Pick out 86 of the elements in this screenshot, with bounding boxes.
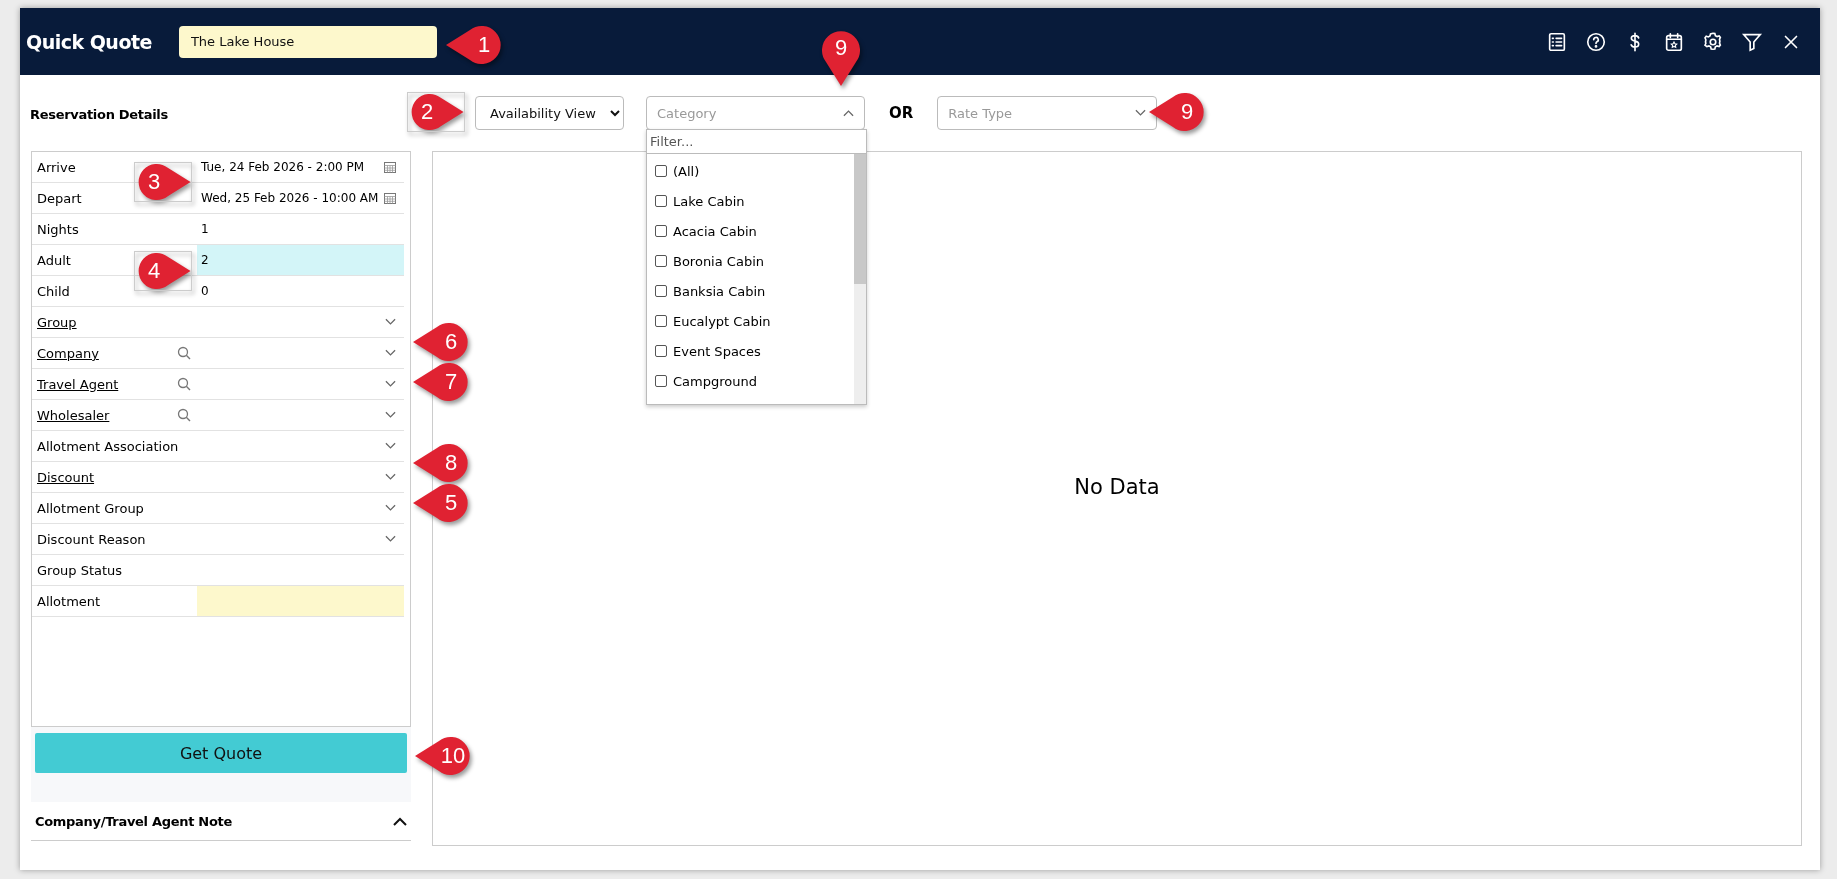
field-link[interactable]: Wholesaler xyxy=(32,407,197,423)
option-label: Banksia Cabin xyxy=(673,283,766,299)
checkbox[interactable] xyxy=(655,285,667,297)
field-label: Group Status xyxy=(36,562,124,578)
field-label: Allotment xyxy=(36,593,102,609)
caret-icon xyxy=(1135,109,1147,117)
category-option[interactable]: Acacia Cabin xyxy=(647,216,854,246)
option-label: Campground xyxy=(673,373,757,389)
checkbox[interactable] xyxy=(655,255,667,267)
section-title: Reservation Details xyxy=(30,106,168,122)
chevron-icon[interactable] xyxy=(393,816,407,826)
field-label: Allotment Association xyxy=(36,438,179,454)
category-option[interactable]: (All) xyxy=(647,156,854,186)
caret-icon xyxy=(385,442,396,450)
calendar-icon[interactable] xyxy=(384,161,396,173)
field-link[interactable]: Discount xyxy=(32,469,197,485)
checkbox[interactable] xyxy=(655,225,667,237)
callout-marker: 7 xyxy=(413,362,471,402)
field-link[interactable]: Company xyxy=(32,345,197,361)
category-option[interactable]: Banksia Cabin xyxy=(647,276,854,306)
field-label: Allotment Group xyxy=(36,500,144,516)
option-label: Event Spaces xyxy=(673,343,761,359)
field-label: Adult xyxy=(36,252,72,268)
field-label: Arrive xyxy=(36,159,77,175)
field-label: Discount Reason xyxy=(36,531,146,547)
field-label: Nights xyxy=(36,221,80,237)
callout-marker: 1 xyxy=(446,25,504,65)
field-label: Depart xyxy=(36,190,83,206)
callout-marker: 3 xyxy=(134,162,192,202)
or-label: OR xyxy=(889,104,914,122)
callout-marker: 5 xyxy=(413,483,471,523)
input-field[interactable] xyxy=(197,586,404,616)
caret-icon xyxy=(385,504,396,512)
checkbox[interactable] xyxy=(655,195,667,207)
field-link[interactable]: Travel Agent xyxy=(32,376,197,392)
option-label: Lake Cabin xyxy=(673,193,745,209)
option-label: Eucalypt Cabin xyxy=(673,313,771,329)
settings-icon[interactable] xyxy=(1702,30,1724,53)
view-select[interactable]: Availability View xyxy=(475,96,624,130)
search-icon[interactable] xyxy=(177,408,191,422)
get-quote-button[interactable]: Get Quote xyxy=(35,733,407,773)
calendar-icon[interactable] xyxy=(384,192,396,204)
callout-marker: 2 xyxy=(407,92,465,132)
caret-icon xyxy=(385,535,396,543)
caret-icon xyxy=(385,411,396,419)
callout-marker: 9 xyxy=(821,28,861,86)
category-option[interactable]: Lake Cabin xyxy=(647,186,854,216)
section-title: Company/Travel Agent Note xyxy=(35,813,232,829)
callout-marker: 6 xyxy=(413,322,471,362)
checkbox[interactable] xyxy=(655,315,667,327)
option-label: Boronia Cabin xyxy=(673,253,764,269)
date-field[interactable]: Tue, 24 Feb 2026 - 2:00 PM xyxy=(197,152,404,182)
window-title: Quick Quote xyxy=(26,30,152,53)
filter-field[interactable]: Filter... xyxy=(647,130,866,154)
checkbox[interactable] xyxy=(655,165,667,177)
callout-marker: 9 xyxy=(1149,92,1207,132)
field-label: Child xyxy=(36,283,71,299)
checkbox[interactable] xyxy=(655,375,667,387)
input-field[interactable]: 1 xyxy=(197,214,404,244)
date-field[interactable]: Wed, 25 Feb 2026 - 10:00 AM xyxy=(197,183,404,213)
option-label: Acacia Cabin xyxy=(673,223,757,239)
help-icon[interactable] xyxy=(1585,30,1607,53)
calendar-star-icon[interactable] xyxy=(1663,30,1685,53)
checklist-icon[interactable] xyxy=(1546,30,1568,53)
callout-marker: 4 xyxy=(134,251,192,291)
category-option[interactable]: Campground xyxy=(647,366,854,396)
option-label: (All) xyxy=(673,163,700,179)
category-option[interactable]: Event Spaces xyxy=(647,336,854,366)
caret-icon xyxy=(385,473,396,481)
category-option[interactable]: Eucalypt Cabin xyxy=(647,306,854,336)
caret-icon xyxy=(385,349,396,357)
field-link[interactable]: Group xyxy=(32,314,197,330)
caret-icon xyxy=(385,318,396,326)
scrollbar[interactable] xyxy=(854,154,866,404)
callout-marker: 8 xyxy=(413,443,471,483)
category-option[interactable]: Boronia Cabin xyxy=(647,246,854,276)
search-icon[interactable] xyxy=(177,346,191,360)
input-field[interactable]: 0 xyxy=(197,276,404,306)
checkbox[interactable] xyxy=(655,345,667,357)
property-name-field[interactable]: The Lake House xyxy=(178,25,437,58)
empty-message: No Data xyxy=(1074,474,1160,499)
input-field[interactable]: 2 xyxy=(197,245,404,275)
caret-icon xyxy=(385,380,396,388)
callout-marker: 10 xyxy=(415,736,473,776)
search-icon[interactable] xyxy=(177,377,191,391)
caret-icon xyxy=(843,109,854,117)
